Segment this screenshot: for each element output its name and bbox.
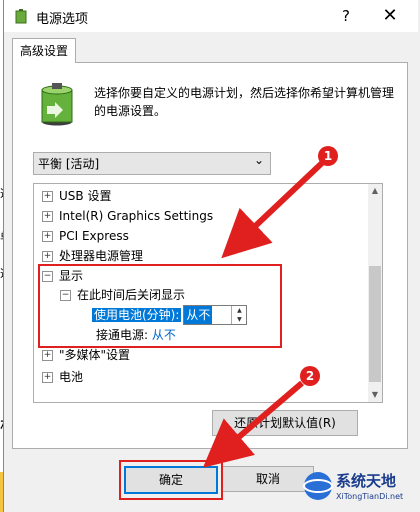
tree-item-battery[interactable]: + 电池 <box>42 367 83 387</box>
watermark-logo-icon <box>303 472 333 500</box>
annotation-highlight-display <box>38 264 282 348</box>
tree-item-pci-express[interactable]: + PCI Express <box>42 226 129 246</box>
tab-advanced-settings[interactable]: 高级设置 <box>12 38 76 63</box>
tree-item-usb[interactable]: + USB 设置 <box>42 186 111 206</box>
watermark-subtitle: XiTongTianDi.net <box>336 492 404 501</box>
tree-item-intel-graphics[interactable]: + Intel(R) Graphics Settings <box>42 206 213 226</box>
expand-icon[interactable]: + <box>42 251 53 262</box>
title-bar: 电源选项 ? ✕ <box>4 0 418 32</box>
tree-item-multimedia[interactable]: + "多媒体"设置 <box>42 345 130 365</box>
cancel-button[interactable]: 取消 <box>222 466 314 492</box>
annotation-step-2: 2 <box>300 366 320 386</box>
tree-item-label: 处理器电源管理 <box>59 249 144 263</box>
expand-icon[interactable]: + <box>42 211 53 222</box>
annotation-step-1: 1 <box>318 146 338 166</box>
tree-item-label: USB 设置 <box>59 189 112 203</box>
window-title: 电源选项 <box>36 12 89 27</box>
power-plan-value: 平衡 [活动] <box>38 157 100 171</box>
watermark: 系统天地 XiTongTianDi.net <box>302 468 420 508</box>
tree-item-label: "多媒体"设置 <box>59 348 131 362</box>
scroll-up-icon[interactable]: ▲ <box>368 184 382 198</box>
restore-defaults-button[interactable]: 还原计划默认值(R) <box>212 410 358 436</box>
scroll-down-icon[interactable]: ▼ <box>368 388 382 402</box>
power-plan-dropdown[interactable]: 平衡 [活动] ⌄ <box>33 152 271 175</box>
close-button[interactable]: ✕ <box>376 4 404 28</box>
power-plan-icon <box>15 9 27 24</box>
tree-item-processor[interactable]: + 处理器电源管理 <box>42 246 143 266</box>
expand-icon[interactable]: + <box>42 191 53 202</box>
tree-item-label: PCI Express <box>59 229 129 243</box>
scroll-thumb[interactable] <box>369 266 381 382</box>
tree-scrollbar[interactable]: ▲ ▼ <box>368 184 382 402</box>
expand-icon[interactable]: + <box>42 231 53 242</box>
tree-item-label: 电池 <box>59 370 84 384</box>
battery-icon <box>41 83 73 126</box>
expand-icon[interactable]: + <box>42 372 53 383</box>
help-button[interactable]: ? <box>334 4 358 28</box>
watermark-title: 系统天地 <box>336 472 397 490</box>
description-text: 选择你要自定义的电源计划，然后选择你希望计算机管理的电源设置。 <box>94 86 395 118</box>
chevron-down-icon: ⌄ <box>253 153 264 167</box>
tree-item-label: Intel(R) Graphics Settings <box>59 209 214 223</box>
expand-icon[interactable]: + <box>42 350 53 361</box>
annotation-highlight-ok <box>119 460 223 500</box>
